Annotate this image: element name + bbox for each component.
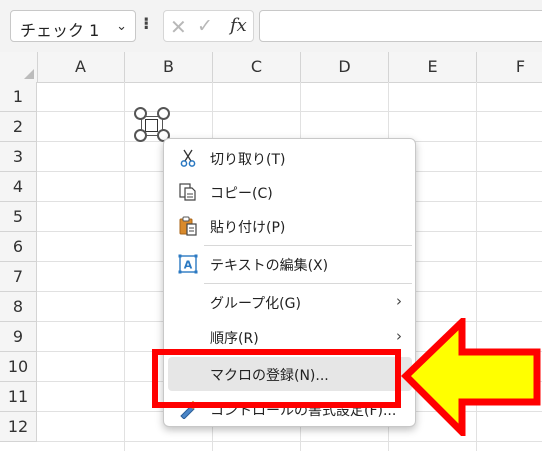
menu-item-copy[interactable]: コピー(C) xyxy=(168,175,412,209)
row-header-2[interactable]: 2 xyxy=(0,112,37,142)
column-header-f[interactable]: F xyxy=(477,52,542,82)
menu-separator xyxy=(204,283,412,284)
text-box-icon: A xyxy=(178,254,198,274)
menu-separator xyxy=(204,245,412,246)
checkbox-control[interactable] xyxy=(134,107,170,142)
chevron-down-icon[interactable]: ⌄ xyxy=(116,19,127,34)
formula-bar: チェック 1 ⌄ ⁝ ✕ ✓ fx xyxy=(0,0,542,53)
column-header-a[interactable]: A xyxy=(37,52,125,82)
menu-item-paste[interactable]: 貼り付け(P) xyxy=(168,209,412,243)
copy-icon xyxy=(178,182,198,202)
menu-label-cut: 切り取り(T) xyxy=(210,152,286,168)
menu-item-cut[interactable]: 切り取り(T) xyxy=(168,141,412,175)
chevron-right-icon: › xyxy=(396,292,402,310)
formula-input[interactable] xyxy=(259,10,542,42)
row-header-12[interactable]: 12 xyxy=(0,412,37,442)
row-header-3[interactable]: 3 xyxy=(0,142,37,172)
cancel-icon[interactable]: ✕ xyxy=(170,15,187,39)
menu-label-paste: 貼り付け(P) xyxy=(210,220,286,236)
resize-handle-bottom-left[interactable] xyxy=(134,129,147,142)
menu-label-group: グループ化(G) xyxy=(210,296,301,312)
name-box[interactable]: チェック 1 ⌄ xyxy=(10,10,136,42)
menu-label-copy: コピー(C) xyxy=(210,186,273,202)
select-all-button[interactable] xyxy=(0,52,38,82)
name-box-value: チェック 1 xyxy=(20,21,100,40)
row-header-10[interactable]: 10 xyxy=(0,352,37,382)
menu-label-order: 順序(R) xyxy=(210,331,259,347)
insert-function-button[interactable]: fx xyxy=(230,15,247,36)
column-header-row: A B C D E F xyxy=(0,52,542,83)
formula-buttons: ✕ ✓ fx xyxy=(163,10,254,42)
row-header-8[interactable]: 8 xyxy=(0,292,37,322)
annotation-highlight-box xyxy=(152,349,401,408)
menu-item-group[interactable]: グループ化(G) › xyxy=(168,285,412,319)
menu-item-edit-text[interactable]: A テキストの編集(X) xyxy=(168,247,412,281)
enter-icon[interactable]: ✓ xyxy=(197,15,213,37)
paste-icon xyxy=(178,216,198,236)
svg-text:A: A xyxy=(184,259,193,272)
column-header-b[interactable]: B xyxy=(125,52,213,82)
checkbox-box[interactable] xyxy=(145,119,158,132)
column-header-c[interactable]: C xyxy=(213,52,301,82)
annotation-arrow-icon xyxy=(401,318,541,436)
column-header-d[interactable]: D xyxy=(301,52,389,82)
row-header-7[interactable]: 7 xyxy=(0,262,37,292)
row-header-4[interactable]: 4 xyxy=(0,172,37,202)
more-options-icon[interactable]: ⁝ xyxy=(143,14,149,34)
row-header-9[interactable]: 9 xyxy=(0,322,37,352)
row-header-1[interactable]: 1 xyxy=(0,82,37,112)
row-header-6[interactable]: 6 xyxy=(0,232,37,262)
menu-label-edit-text: テキストの編集(X) xyxy=(210,258,329,274)
resize-handle-top-left[interactable] xyxy=(134,107,147,120)
scissors-icon xyxy=(178,148,198,168)
resize-handle-top-right[interactable] xyxy=(157,107,170,120)
column-header-e[interactable]: E xyxy=(389,52,477,82)
row-header-5[interactable]: 5 xyxy=(0,202,37,232)
row-header-11[interactable]: 11 xyxy=(0,382,37,412)
